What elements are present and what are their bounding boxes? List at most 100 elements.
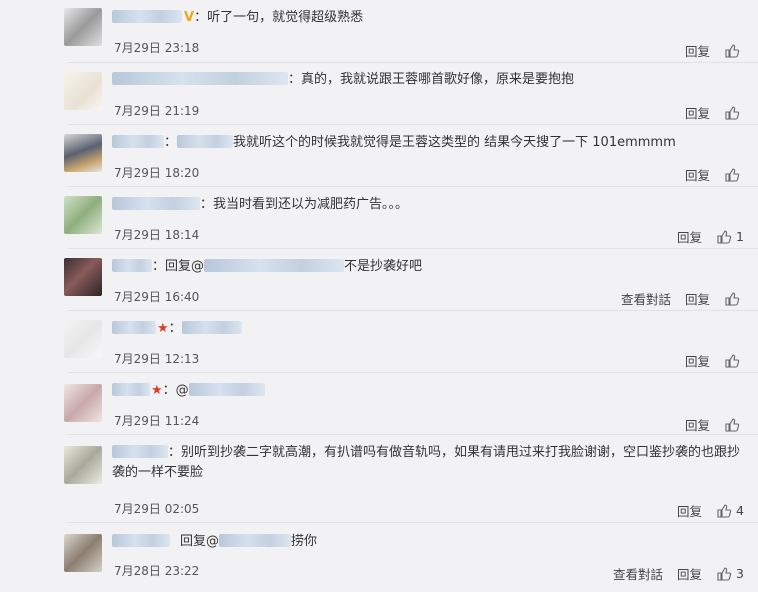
avatar[interactable]	[64, 134, 102, 172]
comment-text-prefix: ：回复@	[152, 259, 205, 274]
username[interactable]	[112, 10, 182, 23]
username[interactable]	[112, 445, 168, 458]
like-button[interactable]	[724, 167, 744, 183]
avatar[interactable]	[64, 446, 102, 484]
comment-text: 不是抄袭好吧	[344, 259, 423, 274]
avatar[interactable]	[64, 8, 102, 46]
reply-button[interactable]: 回复	[677, 227, 702, 246]
avatar[interactable]	[64, 320, 102, 358]
username[interactable]	[112, 321, 156, 334]
comment-time: 7月29日 18:20	[114, 166, 200, 180]
comment-text: ：听了一句，就觉得超级熟悉	[194, 10, 364, 25]
view-dialog-link[interactable]: 查看對話	[621, 289, 671, 308]
comment-time: 7月29日 18:14	[114, 228, 200, 242]
mention-link[interactable]	[219, 534, 292, 547]
comment-text: ：@	[162, 383, 189, 398]
divider	[68, 522, 758, 523]
reply-button[interactable]: 回复	[685, 415, 710, 434]
comment-actions: 回复 1	[663, 227, 744, 246]
divider	[68, 248, 758, 249]
thumbs-up-icon	[725, 105, 740, 120]
like-button[interactable]: 4	[716, 503, 744, 519]
username[interactable]	[112, 383, 150, 396]
divider	[68, 310, 758, 311]
comment-item: ： 我就听这个的时候我就觉得是王蓉这类型的 结果今天搜了一下 101emmmm 7…	[0, 124, 758, 186]
reply-button[interactable]: 回复	[685, 103, 710, 122]
comment-text-prefix: 回复@	[180, 534, 220, 549]
like-button[interactable]	[724, 105, 744, 121]
avatar[interactable]	[64, 72, 102, 110]
like-count: 1	[736, 229, 744, 244]
reply-button[interactable]: 回复	[677, 564, 702, 583]
comment-text: 我就听这个的时候我就觉得是王蓉这类型的 结果今天搜了一下 101emmmm	[233, 135, 676, 150]
divider	[68, 186, 758, 187]
thumbs-up-icon	[725, 291, 740, 306]
comment-item: ：我当时看到还以为减肥药广告。。。 7月29日 18:14 回复 1	[0, 186, 758, 248]
avatar[interactable]	[64, 258, 102, 296]
comment-line: ：别听到抄袭二字就高潮，有扒谱吗有做音轨吗，如果有请甩过来打我脸谢谢，空口鉴抄袭…	[112, 443, 742, 483]
divider	[68, 124, 758, 125]
thumbs-up-icon	[717, 503, 732, 518]
divider	[68, 434, 758, 435]
like-button[interactable]	[724, 291, 744, 307]
comment-text: ：别听到抄袭二字就高潮，有扒谱吗有做音轨吗，如果有请甩过来打我脸谢谢，空口鉴抄袭…	[112, 445, 741, 480]
thumbs-up-icon	[725, 167, 740, 182]
view-dialog-link[interactable]: 查看對話	[613, 564, 663, 583]
like-button[interactable]	[724, 43, 744, 59]
comment-line: ：回复@ 不是抄袭好吧	[112, 257, 742, 277]
username[interactable]	[112, 534, 170, 547]
divider	[68, 62, 758, 63]
like-count: 4	[736, 503, 744, 518]
reply-button[interactable]: 回复	[685, 165, 710, 184]
avatar[interactable]	[64, 534, 102, 572]
username[interactable]	[112, 259, 152, 272]
comment-time: 7月29日 02:05	[114, 502, 200, 516]
comment-actions: 回复	[671, 351, 744, 370]
comment-actions: 查看對話 回复 3	[599, 564, 744, 583]
comment-text: ：	[168, 321, 182, 336]
comment-time: 7月28日 23:22	[114, 564, 200, 578]
comment-line: 回复@ 捞你	[112, 532, 742, 552]
username[interactable]	[112, 135, 164, 148]
mention-link[interactable]	[177, 135, 234, 148]
avatar[interactable]	[64, 196, 102, 234]
like-button[interactable]: 3	[716, 566, 744, 582]
comment-text: 捞你	[291, 534, 318, 549]
comment-item: ：回复@ 不是抄袭好吧 7月29日 16:40 查看對話 回复	[0, 248, 758, 310]
comment-line: V：听了一句，就觉得超级熟悉	[112, 8, 742, 28]
comment-time: 7月29日 21:19	[114, 104, 200, 118]
like-button[interactable]	[724, 417, 744, 433]
reply-button[interactable]: 回复	[677, 501, 702, 520]
comment-item: 回复@ 捞你 7月28日 23:22 查看對話 回复 3	[0, 522, 758, 592]
comment-time: 7月29日 16:40	[114, 290, 200, 304]
like-button[interactable]	[724, 353, 744, 369]
thumbs-up-icon	[717, 566, 732, 581]
comment-actions: 回复	[671, 165, 744, 184]
like-button[interactable]: 1	[716, 229, 744, 245]
mention-link[interactable]	[188, 383, 265, 396]
username[interactable]	[112, 72, 288, 85]
thumbs-up-icon	[725, 353, 740, 368]
comment-item: V：听了一句，就觉得超级熟悉 7月29日 23:18 回复	[0, 0, 758, 62]
comment-actions: 回复	[671, 103, 744, 122]
comment-line: ★：@	[112, 381, 742, 401]
star-badge-icon: ★	[151, 383, 163, 398]
comment-time: 7月29日 12:13	[114, 352, 200, 366]
comment-actions: 查看對話 回复	[607, 289, 744, 308]
comment-time: 7月29日 23:18	[114, 41, 200, 55]
reply-button[interactable]: 回复	[685, 351, 710, 370]
avatar[interactable]	[64, 384, 102, 422]
like-count: 3	[736, 566, 744, 581]
star-badge-icon: ★	[157, 321, 169, 336]
comment-text-prefix: ：	[164, 135, 178, 150]
comment-line: ：我当时看到还以为减肥药广告。。。	[112, 195, 742, 215]
username[interactable]	[112, 197, 200, 210]
reply-button[interactable]: 回复	[685, 41, 710, 60]
reply-button[interactable]: 回复	[685, 289, 710, 308]
comment-item: ★：@ 7月29日 11:24 回复	[0, 372, 758, 434]
comment-line: ： 我就听这个的时候我就觉得是王蓉这类型的 结果今天搜了一下 101emmmm	[112, 133, 742, 153]
divider	[68, 372, 758, 373]
comment-content-blurred	[181, 321, 242, 334]
mention-link[interactable]	[204, 259, 345, 272]
comment-item: ：别听到抄袭二字就高潮，有扒谱吗有做音轨吗，如果有请甩过来打我脸谢谢，空口鉴抄袭…	[0, 434, 758, 522]
